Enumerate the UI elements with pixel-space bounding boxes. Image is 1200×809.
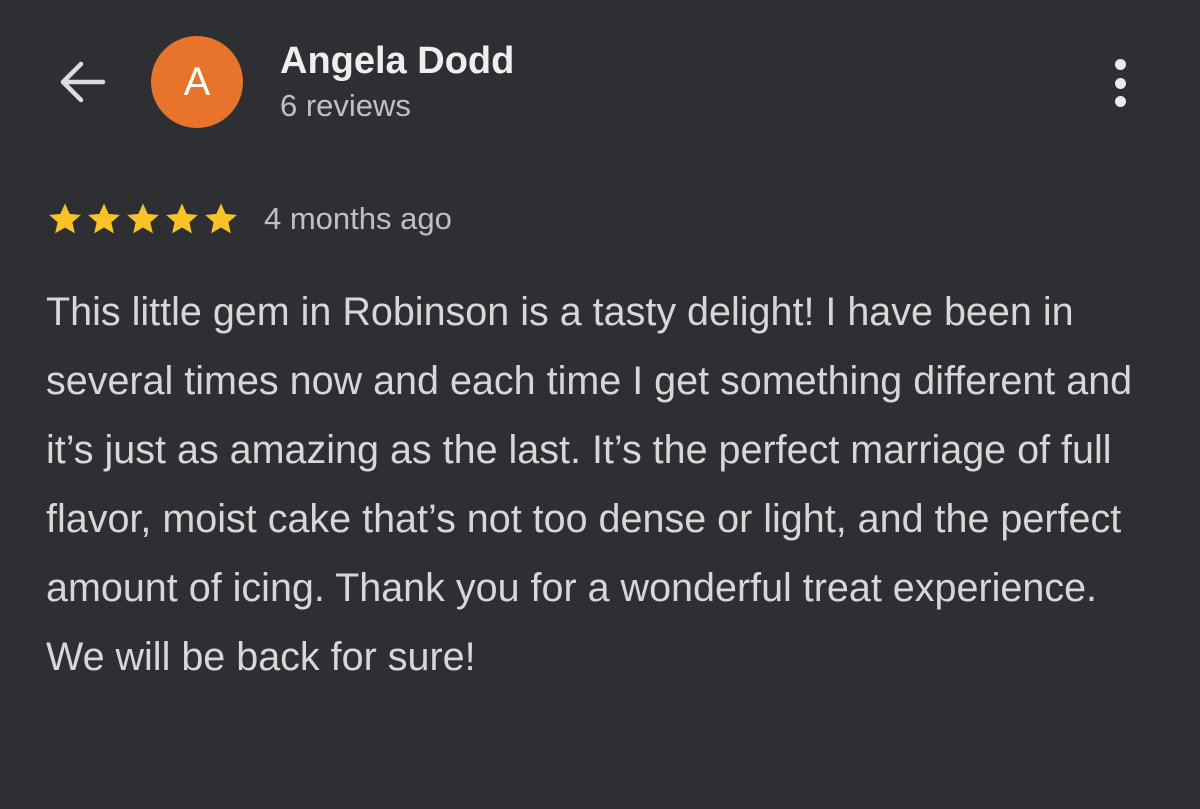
more-vertical-icon-dot xyxy=(1114,96,1126,107)
rating-row: 4 months ago xyxy=(46,196,452,242)
star-icon xyxy=(166,203,198,234)
avatar[interactable]: A xyxy=(151,36,243,128)
more-options-button[interactable] xyxy=(1098,54,1142,112)
review-date: 4 months ago xyxy=(264,201,452,236)
more-vertical-icon-dot xyxy=(1114,77,1126,89)
review-text: This little gem in Robinson is a tasty d… xyxy=(46,290,1133,679)
avatar-initial: A xyxy=(183,59,211,104)
back-button[interactable] xyxy=(52,56,110,108)
star-icon xyxy=(205,203,237,234)
star-icon xyxy=(127,203,159,234)
star-rating xyxy=(46,200,240,238)
star-icon xyxy=(88,203,120,234)
reviewer-name[interactable]: Angela Dodd xyxy=(280,38,514,84)
arrow-left-icon xyxy=(60,61,106,103)
star-icon xyxy=(49,203,81,234)
more-vertical-icon-dot xyxy=(1114,59,1126,70)
review-count: 6 reviews xyxy=(280,88,411,123)
